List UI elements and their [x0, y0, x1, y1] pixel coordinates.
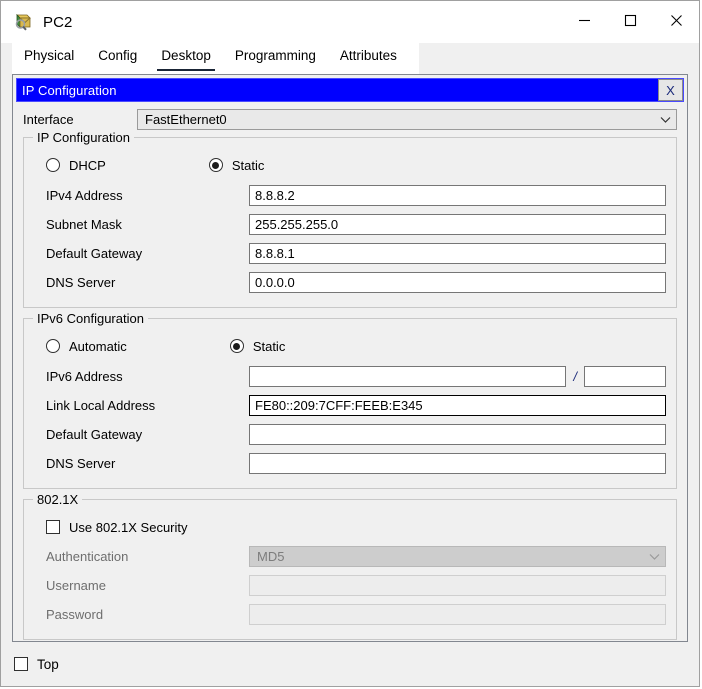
ipv4-default-gateway-row: Default Gateway 8.8.8.1 — [34, 241, 666, 266]
packet-tracer-device-icon — [14, 12, 34, 32]
password-row: Password — [34, 602, 666, 627]
ipv6-configuration-group: IPv6 Configuration Automatic Static IPv6… — [23, 311, 677, 489]
ip-configuration-body: Interface FastEthernet0 IP Configuration… — [13, 102, 687, 641]
ipv6-automatic-label: Automatic — [69, 338, 127, 354]
radio-unchecked-icon[interactable] — [46, 339, 60, 353]
ipv4-address-row: IPv4 Address 8.8.8.2 — [34, 183, 666, 208]
top-label: Top — [37, 656, 59, 672]
ipv4-dns-server-label: DNS Server — [46, 275, 116, 290]
maximize-button[interactable] — [607, 1, 653, 43]
tab-physical[interactable]: Physical — [12, 43, 86, 74]
ipv6-default-gateway-input[interactable] — [249, 424, 666, 445]
checkbox-unchecked-icon[interactable] — [46, 520, 60, 534]
window-titlebar: PC2 — [1, 1, 699, 43]
ipv6-address-input[interactable] — [249, 366, 567, 387]
desktop-panel: IP Configuration X Interface FastEtherne… — [12, 74, 688, 642]
chevron-down-icon — [648, 549, 661, 564]
ipv6-dns-server-input[interactable] — [249, 453, 666, 474]
ipv4-dns-server-row: DNS Server 0.0.0.0 — [34, 270, 666, 295]
bottom-bar: Top — [1, 642, 699, 686]
minimize-button[interactable] — [561, 1, 607, 43]
password-input — [249, 604, 666, 625]
tab-attributes[interactable]: Attributes — [328, 43, 409, 74]
ipv6-prefix-length-input[interactable] — [584, 366, 666, 387]
ipv6-default-gateway-label: Default Gateway — [46, 427, 143, 442]
username-label: Username — [46, 578, 106, 593]
interface-label: Interface — [23, 111, 74, 127]
dot1x-group: 802.1X Use 802.1X Security Authenticatio… — [23, 492, 677, 640]
authentication-select: MD5 — [249, 546, 666, 567]
ipv6-default-gateway-row: Default Gateway — [34, 422, 666, 447]
minimize-icon — [578, 14, 591, 30]
titlebar-left: PC2 — [1, 12, 72, 32]
window-title: PC2 — [43, 13, 73, 31]
use-dot1x-security-label: Use 802.1X Security — [69, 519, 188, 535]
ipv4-group-legend: IP Configuration — [33, 130, 134, 145]
link-local-address-input[interactable]: FE80::209:7CFF:FEEB:E345 — [249, 395, 666, 416]
close-button[interactable] — [653, 1, 699, 43]
interface-value: FastEthernet0 — [145, 111, 227, 127]
window-controls — [561, 1, 699, 43]
ipv4-dhcp-option[interactable]: DHCP — [46, 158, 106, 173]
radio-checked-icon[interactable] — [208, 158, 223, 172]
ipv6-mode-row: Automatic Static — [34, 333, 666, 359]
ipv6-address-row: IPv6 Address / — [34, 364, 666, 389]
tab-programming[interactable]: Programming — [223, 43, 328, 74]
ipv6-static-label: Static — [252, 338, 286, 354]
ipv6-prefix-separator: / — [573, 369, 577, 384]
ipv4-configuration-group: IP Configuration DHCP Static IPv4 Addres… — [23, 130, 677, 308]
link-local-address-row: Link Local Address FE80::209:7CFF:FEEB:E… — [34, 393, 666, 418]
ipv4-address-label: IPv4 Address — [46, 188, 123, 203]
use-dot1x-security-checkbox-row[interactable]: Use 802.1X Security — [34, 514, 666, 540]
ipv4-address-input[interactable]: 8.8.8.2 — [249, 185, 666, 206]
ipv4-static-label: Static — [231, 157, 265, 173]
ipv4-default-gateway-label: Default Gateway — [46, 246, 143, 261]
tab-bar: Physical Config Desktop Programming Attr… — [1, 43, 699, 74]
dot1x-group-legend: 802.1X — [33, 492, 83, 507]
checkbox-unchecked-icon[interactable] — [14, 657, 28, 671]
authentication-value: MD5 — [257, 549, 285, 564]
ipv6-dns-server-label: DNS Server — [46, 456, 116, 471]
ipv6-static-option[interactable]: Static — [229, 338, 286, 354]
top-checkbox-row[interactable]: Top — [14, 657, 59, 672]
ip-configuration-title: IP Configuration — [22, 82, 117, 98]
ip-configuration-titlebar: IP Configuration X — [16, 78, 684, 102]
ip-configuration-close-button[interactable]: X — [658, 79, 683, 101]
maximize-icon — [624, 14, 637, 30]
radio-unchecked-icon[interactable] — [46, 158, 60, 172]
link-local-address-label: Link Local Address — [46, 398, 156, 413]
authentication-row: Authentication MD5 — [34, 544, 666, 569]
subnet-mask-row: Subnet Mask 255.255.255.0 — [34, 212, 666, 237]
authentication-label: Authentication — [46, 549, 129, 564]
username-input — [249, 575, 666, 596]
username-row: Username — [34, 573, 666, 598]
subnet-mask-label: Subnet Mask — [46, 217, 122, 232]
interface-select[interactable]: FastEthernet0 — [137, 108, 677, 130]
ipv4-default-gateway-input[interactable]: 8.8.8.1 — [249, 243, 666, 264]
close-icon — [670, 14, 683, 30]
tab-desktop[interactable]: Desktop — [149, 43, 223, 74]
chevron-down-icon — [659, 112, 672, 127]
ipv6-dns-server-row: DNS Server — [34, 451, 666, 476]
ipv6-address-label: IPv6 Address — [46, 369, 123, 384]
ipv6-group-legend: IPv6 Configuration — [33, 311, 148, 326]
ipv6-automatic-option[interactable]: Automatic — [46, 339, 127, 354]
ipv4-dhcp-label: DHCP — [69, 157, 106, 173]
pc-device-window: PC2 Physical Config Desktop Programming … — [0, 0, 700, 687]
ipv4-static-option[interactable]: Static — [208, 157, 265, 173]
radio-checked-icon[interactable] — [229, 339, 244, 353]
ipv4-mode-row: DHCP Static — [34, 152, 666, 178]
tab-config[interactable]: Config — [86, 43, 149, 74]
ipv4-dns-server-input[interactable]: 0.0.0.0 — [249, 272, 666, 293]
interface-row: Interface FastEthernet0 — [23, 108, 677, 130]
password-label: Password — [46, 607, 104, 622]
subnet-mask-input[interactable]: 255.255.255.0 — [249, 214, 666, 235]
